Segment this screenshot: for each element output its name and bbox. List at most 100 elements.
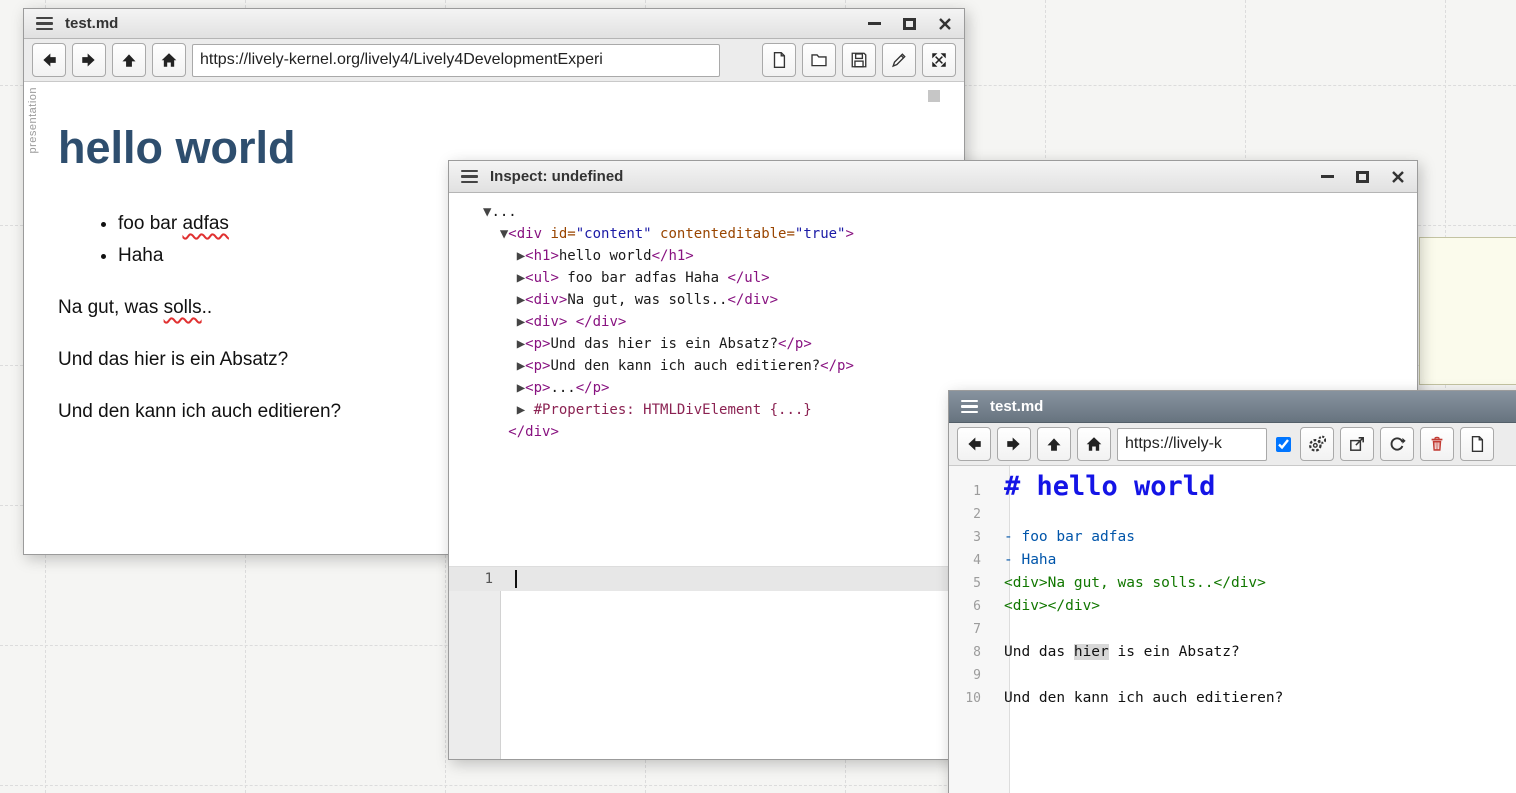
forward-button[interactable]	[997, 427, 1031, 461]
window-menu-icon[interactable]	[36, 17, 53, 30]
forward-arrow-icon	[1005, 435, 1023, 453]
url-input[interactable]	[192, 44, 720, 77]
token: >	[845, 226, 853, 242]
token: hier	[1074, 644, 1109, 660]
tree-line[interactable]: ▶<ul> foo bar adfas Haha </ul>	[483, 267, 1407, 289]
external-link-icon	[1348, 435, 1366, 453]
close-icon[interactable]	[1391, 170, 1405, 184]
delete-button[interactable]	[1420, 427, 1454, 461]
token	[483, 380, 517, 396]
folder-button[interactable]	[802, 43, 836, 77]
tree-line[interactable]: ▼...	[483, 201, 1407, 223]
token: <div>	[525, 314, 567, 330]
token: Und den kann ich auch editieren?	[1004, 690, 1283, 706]
token: </div>	[727, 292, 778, 308]
token	[483, 402, 517, 418]
save-icon	[850, 51, 868, 69]
back-button[interactable]	[32, 43, 66, 77]
token	[483, 248, 517, 264]
editor-line[interactable]: 8Und das hier is ein Absatz?	[949, 641, 1516, 664]
token: contenteditable=	[660, 226, 795, 242]
editor-line[interactable]: 5<div>Na gut, was solls..</div>	[949, 572, 1516, 595]
open-external-button[interactable]	[1340, 427, 1374, 461]
back-arrow-icon	[40, 51, 58, 69]
edit-button[interactable]	[882, 43, 916, 77]
settings-button[interactable]	[1300, 427, 1334, 461]
token: ...	[550, 380, 575, 396]
editor-line[interactable]: 6<div></div>	[949, 595, 1516, 618]
tree-line[interactable]: ▶<div>Na gut, was solls..</div>	[483, 289, 1407, 311]
token: ▶	[517, 358, 525, 374]
auto-update-checkbox[interactable]	[1276, 437, 1291, 452]
new-file-button[interactable]	[762, 43, 796, 77]
url-input[interactable]	[1117, 428, 1267, 461]
forward-button[interactable]	[72, 43, 106, 77]
editor-line[interactable]: 4 - Haha	[949, 549, 1516, 572]
window-titlebar[interactable]: test.md	[949, 391, 1516, 423]
window-titlebar[interactable]: test.md	[24, 9, 964, 39]
token: </div>	[508, 424, 559, 440]
line-number: 3	[949, 527, 995, 549]
maximize-icon[interactable]	[903, 18, 916, 30]
minimize-icon[interactable]	[1321, 175, 1334, 178]
token: Und das	[1004, 644, 1074, 660]
window-titlebar[interactable]: Inspect: undefined	[449, 161, 1417, 193]
line-number: 1	[449, 567, 493, 591]
back-button[interactable]	[957, 427, 991, 461]
line-number: 5	[949, 573, 995, 595]
save-button[interactable]	[842, 43, 876, 77]
tree-line[interactable]: ▶<p>Und das hier is ein Absatz?</p>	[483, 333, 1407, 355]
window-menu-icon[interactable]	[961, 400, 978, 413]
up-button[interactable]	[1037, 427, 1071, 461]
line-number: 4	[949, 550, 995, 572]
code-editor[interactable]: 1 # hello world 23 - foo bar adfas 4 - Haha 5<…	[949, 466, 1516, 793]
new-file-icon	[770, 51, 788, 69]
editor-line[interactable]: 2	[949, 503, 1516, 526]
maximize-icon[interactable]	[1356, 171, 1369, 183]
token	[483, 270, 517, 286]
tree-line[interactable]: ▶<div> </div>	[483, 311, 1407, 333]
editor-line[interactable]: 10Und den kann ich auch editieren?	[949, 687, 1516, 710]
folder-icon	[810, 51, 828, 69]
token: <h1>	[525, 248, 559, 264]
token	[652, 226, 660, 242]
home-button[interactable]	[152, 43, 186, 77]
home-icon	[160, 51, 178, 69]
token: solls	[164, 297, 202, 318]
token: Haha	[118, 245, 163, 266]
tree-line[interactable]: ▼<div id="content" contenteditable="true…	[483, 223, 1407, 245]
line-content	[995, 503, 1013, 525]
home-button[interactable]	[1077, 427, 1111, 461]
token: </p>	[778, 336, 812, 352]
reload-button[interactable]	[1380, 427, 1414, 461]
token: "true"	[795, 226, 846, 242]
minimize-icon[interactable]	[868, 22, 881, 25]
line-content	[995, 618, 1013, 640]
tree-line[interactable]: ▶<p>Und den kann ich auch editieren?</p>	[483, 355, 1407, 377]
expand-button[interactable]	[922, 43, 956, 77]
editor-line[interactable]: 3 - foo bar adfas	[949, 526, 1516, 549]
line-number: 2	[949, 504, 995, 526]
token: - foo bar adfas	[1004, 529, 1135, 545]
editor-line[interactable]: 7	[949, 618, 1516, 641]
tree-line[interactable]: ▶<h1>hello world</h1>	[483, 245, 1407, 267]
line-number-gutter	[449, 567, 501, 759]
pencil-icon	[890, 51, 908, 69]
up-button[interactable]	[112, 43, 146, 77]
line-content: <div>Na gut, was solls..</div>	[995, 572, 1275, 594]
token: </div>	[576, 314, 627, 330]
token: <div>	[525, 292, 567, 308]
token: - Haha	[1004, 552, 1056, 568]
text-cursor	[515, 570, 517, 588]
token: </h1>	[652, 248, 694, 264]
new-file-button[interactable]	[1460, 427, 1494, 461]
line-number: 1	[949, 481, 995, 503]
close-icon[interactable]	[938, 17, 952, 31]
editor-line[interactable]: 9	[949, 664, 1516, 687]
line-number: 8	[949, 642, 995, 664]
editor-line[interactable]: 1 # hello world	[949, 471, 1516, 503]
token: ...	[491, 204, 516, 220]
window-menu-icon[interactable]	[461, 170, 478, 183]
token: # hello world	[1004, 471, 1215, 502]
token: ▶	[517, 402, 534, 418]
